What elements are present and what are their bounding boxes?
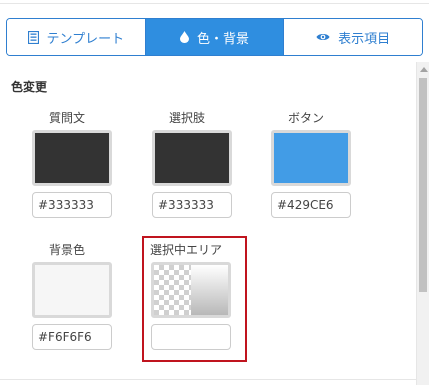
selected-area-swatch[interactable] [151,262,231,318]
selected-area-input[interactable] [151,324,231,350]
background-color-swatch[interactable] [32,262,112,318]
vertical-scrollbar[interactable] [416,62,429,385]
selected-area-label: 選択中エリア [149,243,222,257]
background-color-input[interactable]: #F6F6F6 [32,324,112,350]
tab-display-items-label: 表示項目 [338,31,391,47]
button-color-swatch[interactable] [271,130,351,186]
section-title: 色変更 [11,80,48,94]
choice-color-label: 選択肢 [168,111,205,125]
background-color-label: 背景色 [48,243,85,257]
button-color-label: ボタン [287,111,324,125]
scrollbar-thumb[interactable] [419,78,427,292]
settings-tabs: テンプレート 色・背景 表示項目 [6,18,423,56]
question-color-field: 質問文 #333333 [22,110,112,218]
top-divider [0,0,429,4]
choice-color-swatch[interactable] [152,130,232,186]
selected-area-field: 選択中エリア [141,242,231,350]
bottom-divider [0,379,416,380]
eye-icon [316,32,330,42]
button-color-input[interactable]: #429CE6 [271,192,351,218]
question-color-label: 質問文 [48,111,85,125]
choice-color-field: 選択肢 #333333 [142,110,232,218]
question-color-swatch[interactable] [32,130,112,186]
tab-template[interactable]: テンプレート [7,19,145,55]
tab-color-background[interactable]: 色・背景 [144,19,284,55]
tab-display-items[interactable]: 表示項目 [283,19,422,55]
scroll-up-arrow-icon[interactable] [420,67,428,72]
button-color-field: ボタン #429CE6 [261,110,351,218]
background-color-field: 背景色 #F6F6F6 [22,242,112,350]
question-color-input[interactable]: #333333 [32,192,112,218]
drop-icon [180,31,189,43]
template-icon [27,30,39,44]
tab-template-label: テンプレート [46,31,125,47]
choice-color-input[interactable]: #333333 [152,192,232,218]
tab-color-background-label: 色・背景 [197,31,250,47]
